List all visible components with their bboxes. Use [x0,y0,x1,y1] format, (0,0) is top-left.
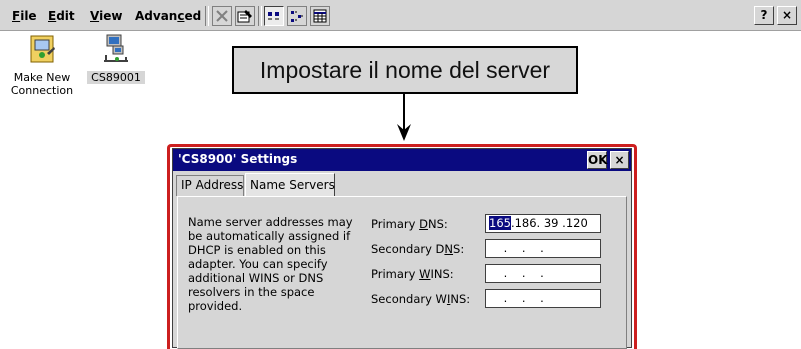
callout-arrow-icon [397,94,411,141]
tab-ip-address[interactable]: IP Address [176,175,244,196]
cs89001-shortcut[interactable]: CS89001 [87,33,145,84]
tab-name-servers[interactable]: Name Servers [245,173,335,197]
properties-icon [237,10,252,23]
dialog-title: 'CS8900' Settings [178,152,298,166]
menu-edit[interactable]: Edit [48,9,75,23]
make-new-connection-label: Make New Connection [10,71,74,97]
menu-bar: File Edit View Advanced ? × [0,0,801,31]
make-new-connection-shortcut[interactable]: Make New Connection [6,33,78,97]
name-servers-panel: Name server addresses may be automatical… [177,196,627,349]
details-icon [313,9,327,23]
dialog-title-bar[interactable]: 'CS8900' Settings OK × [173,149,631,171]
settings-dialog: 'CS8900' Settings OK × IP Address Name S… [172,148,632,349]
secondary-dns-label: Secondary DNS: [371,242,465,256]
dialog-ok-button[interactable]: OK [587,151,608,169]
secondary-dns-input[interactable]: . . . [485,239,601,258]
callout-text: Impostare il nome del server [259,56,551,83]
help-button[interactable]: ? [754,6,774,25]
properties-button[interactable] [235,6,255,26]
small-icons-icon [291,11,303,22]
small-icons-view-button[interactable] [287,6,307,26]
large-icons-icon [268,12,279,20]
large-icons-view-button[interactable] [264,6,284,26]
toolbar-separator [258,6,262,26]
primary-dns-label: Primary DNS: [371,217,448,231]
secondary-wins-label: Secondary WINS: [371,292,471,306]
menu-view[interactable]: View [90,9,122,23]
description-text: Name server addresses may be automatical… [188,215,353,313]
secondary-wins-input[interactable]: . . . [485,289,601,308]
delete-button[interactable] [212,6,232,26]
primary-wins-input[interactable]: . . . [485,264,601,283]
menu-advanced[interactable]: Advanced [135,9,201,23]
wizard-icon [30,35,55,63]
toolbar-separator [205,6,209,26]
primary-dns-input[interactable]: 165.186. 39 .120 [485,214,601,233]
dialog-close-button[interactable]: × [610,151,629,169]
primary-wins-label: Primary WINS: [371,267,454,281]
delete-icon [216,10,228,22]
close-button[interactable]: × [777,6,797,25]
cs89001-label: CS89001 [87,71,145,84]
details-view-button[interactable] [310,6,330,26]
network-connection-icon [104,34,128,62]
callout-box: Impostare il nome del server [232,46,578,94]
menu-file[interactable]: File [12,9,37,23]
